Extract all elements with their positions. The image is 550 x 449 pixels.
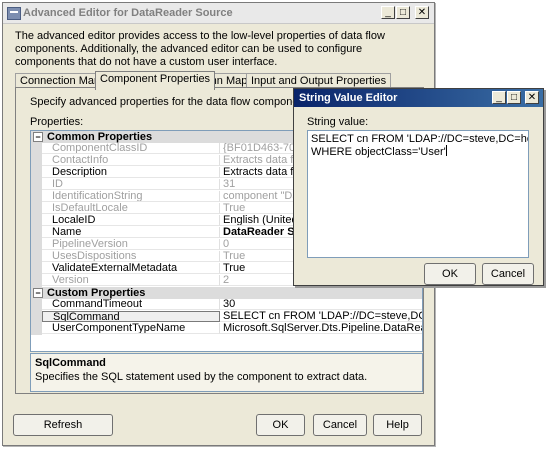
property-row[interactable]: UserComponentTypeName Microsoft.SqlServe… bbox=[31, 323, 422, 335]
category-custom-properties[interactable]: − Custom Properties bbox=[31, 287, 422, 299]
row-gutter bbox=[31, 179, 42, 191]
editor-minimize-button[interactable]: _ bbox=[492, 91, 506, 104]
row-gutter bbox=[31, 227, 42, 239]
row-gutter bbox=[31, 203, 42, 215]
string-value-label: String value: bbox=[307, 116, 369, 128]
row-gutter bbox=[31, 191, 42, 203]
row-gutter bbox=[31, 251, 42, 263]
property-value[interactable]: SELECT cn FROM 'LDAP://DC=steve,DC=homeo… bbox=[220, 311, 422, 322]
row-gutter bbox=[31, 263, 42, 275]
property-name: IsDefaultLocale bbox=[42, 203, 220, 214]
property-name: IdentificationString bbox=[42, 191, 220, 202]
app-icon bbox=[7, 7, 21, 20]
minimize-button[interactable]: _ bbox=[381, 6, 395, 19]
sql-line-2: WHERE objectClass='User' bbox=[311, 146, 446, 158]
editor-maximize-button[interactable]: □ bbox=[507, 91, 521, 104]
main-window-title: Advanced Editor for DataReader Source bbox=[23, 7, 233, 19]
property-row[interactable]: CommandTimeout 30 bbox=[31, 299, 422, 311]
property-name: ValidateExternalMetadata bbox=[42, 263, 220, 274]
property-name: ComponentClassID bbox=[42, 143, 220, 154]
property-name: UsesDispositions bbox=[42, 251, 220, 262]
row-gutter bbox=[31, 143, 42, 155]
collapse-icon[interactable]: − bbox=[33, 132, 43, 142]
property-name: SqlCommand bbox=[42, 311, 220, 322]
row-gutter bbox=[31, 299, 42, 311]
property-value[interactable]: Microsoft.SqlServer.Dts.Pipeline.DataRea… bbox=[220, 323, 422, 334]
editor-cancel-button[interactable]: Cancel bbox=[482, 263, 534, 285]
ok-button[interactable]: OK bbox=[256, 414, 305, 436]
property-name: PipelineVersion bbox=[42, 239, 220, 250]
collapse-icon[interactable]: − bbox=[33, 288, 43, 298]
row-gutter bbox=[31, 323, 42, 335]
editor-close-button[interactable]: ✕ bbox=[525, 91, 539, 104]
property-row-selected[interactable]: SqlCommand SELECT cn FROM 'LDAP://DC=ste… bbox=[31, 311, 422, 323]
properties-label: Properties: bbox=[30, 116, 84, 128]
close-button[interactable]: ✕ bbox=[415, 6, 429, 19]
editor-window-title: String Value Editor bbox=[299, 92, 398, 104]
editor-description: The advanced editor provides access to t… bbox=[15, 30, 385, 68]
category-label: Common Properties bbox=[47, 131, 153, 143]
maximize-button[interactable]: □ bbox=[396, 6, 410, 19]
row-gutter bbox=[31, 275, 42, 287]
property-name: Name bbox=[42, 227, 220, 238]
sql-line-1: SELECT cn FROM 'LDAP://DC=steve,DC=homeo… bbox=[311, 133, 528, 145]
editor-ok-button[interactable]: OK bbox=[424, 263, 476, 285]
property-name: CommandTimeout bbox=[42, 299, 220, 310]
category-label: Custom Properties bbox=[47, 287, 146, 299]
row-gutter bbox=[31, 215, 42, 227]
refresh-button[interactable]: Refresh bbox=[13, 414, 113, 436]
text-caret bbox=[445, 145, 447, 156]
property-value[interactable]: 30 bbox=[220, 299, 422, 310]
help-description: Specifies the SQL statement used by the … bbox=[35, 371, 368, 383]
property-name: Version bbox=[42, 275, 220, 286]
cancel-button[interactable]: Cancel bbox=[313, 414, 367, 436]
editor-title-bar: String Value Editor _ □ ✕ bbox=[294, 89, 543, 107]
string-value-textarea[interactable]: SELECT cn FROM 'LDAP://DC=steve,DC=homeo… bbox=[307, 130, 529, 258]
row-gutter bbox=[31, 167, 42, 179]
row-gutter bbox=[31, 311, 42, 323]
row-gutter bbox=[31, 239, 42, 251]
help-title: SqlCommand bbox=[35, 357, 106, 369]
property-name: UserComponentTypeName bbox=[42, 323, 220, 334]
property-name: LocaleID bbox=[42, 215, 220, 226]
property-name: ContactInfo bbox=[42, 155, 220, 166]
row-gutter bbox=[31, 155, 42, 167]
property-name: ID bbox=[42, 179, 220, 190]
property-help-panel: SqlCommand Specifies the SQL statement u… bbox=[30, 353, 423, 392]
help-button[interactable]: Help bbox=[373, 414, 422, 436]
panel-description: Specify advanced properties for the data… bbox=[30, 96, 311, 108]
string-value-editor-dialog: String Value Editor _ □ ✕ String value: … bbox=[293, 88, 544, 286]
property-name: Description bbox=[42, 167, 220, 178]
tab-component-properties[interactable]: Component Properties bbox=[95, 71, 216, 90]
main-title-bar: Advanced Editor for DataReader Source _ … bbox=[3, 3, 434, 24]
